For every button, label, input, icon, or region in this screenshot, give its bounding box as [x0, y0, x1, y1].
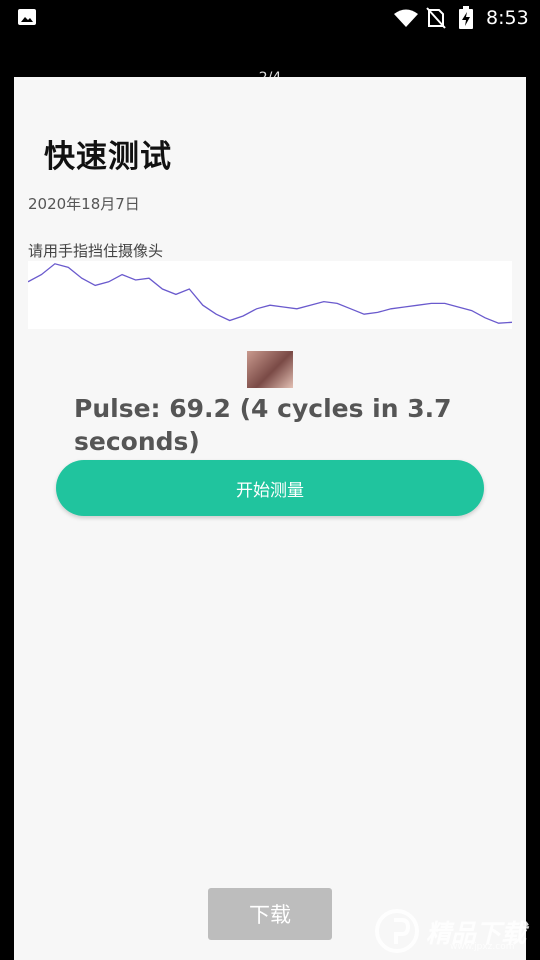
- quick-test-screen: 快速测试 2020年18月7日 请用手指挡住摄像头 Pulse: 69.2 (4…: [14, 77, 526, 960]
- battery-charging-icon: [459, 6, 473, 29]
- watermark-logo-icon: [375, 909, 419, 953]
- date-label: 2020年18月7日: [28, 195, 140, 213]
- wifi-icon: [394, 9, 418, 27]
- status-bar: 8:53: [0, 0, 540, 36]
- pulse-waveform-chart: [28, 261, 512, 329]
- page-title: 快速测试: [44, 139, 172, 175]
- watermark-url: www.jpxz.com: [450, 942, 515, 952]
- instruction-text: 请用手指挡住摄像头: [28, 242, 164, 260]
- camera-preview-thumbnail: [247, 351, 293, 388]
- no-sim-icon: [426, 7, 446, 29]
- waveform-line: [28, 263, 512, 324]
- clock: 8:53: [486, 7, 529, 29]
- watermark: 精品下载 www.jpxz.com: [372, 900, 540, 960]
- download-button[interactable]: 下载: [208, 888, 332, 940]
- pulse-result: Pulse: 69.2 (4 cycles in 3.7 seconds): [74, 394, 452, 456]
- start-measure-button[interactable]: 开始测量: [56, 460, 484, 516]
- image-notification-icon: [18, 9, 36, 25]
